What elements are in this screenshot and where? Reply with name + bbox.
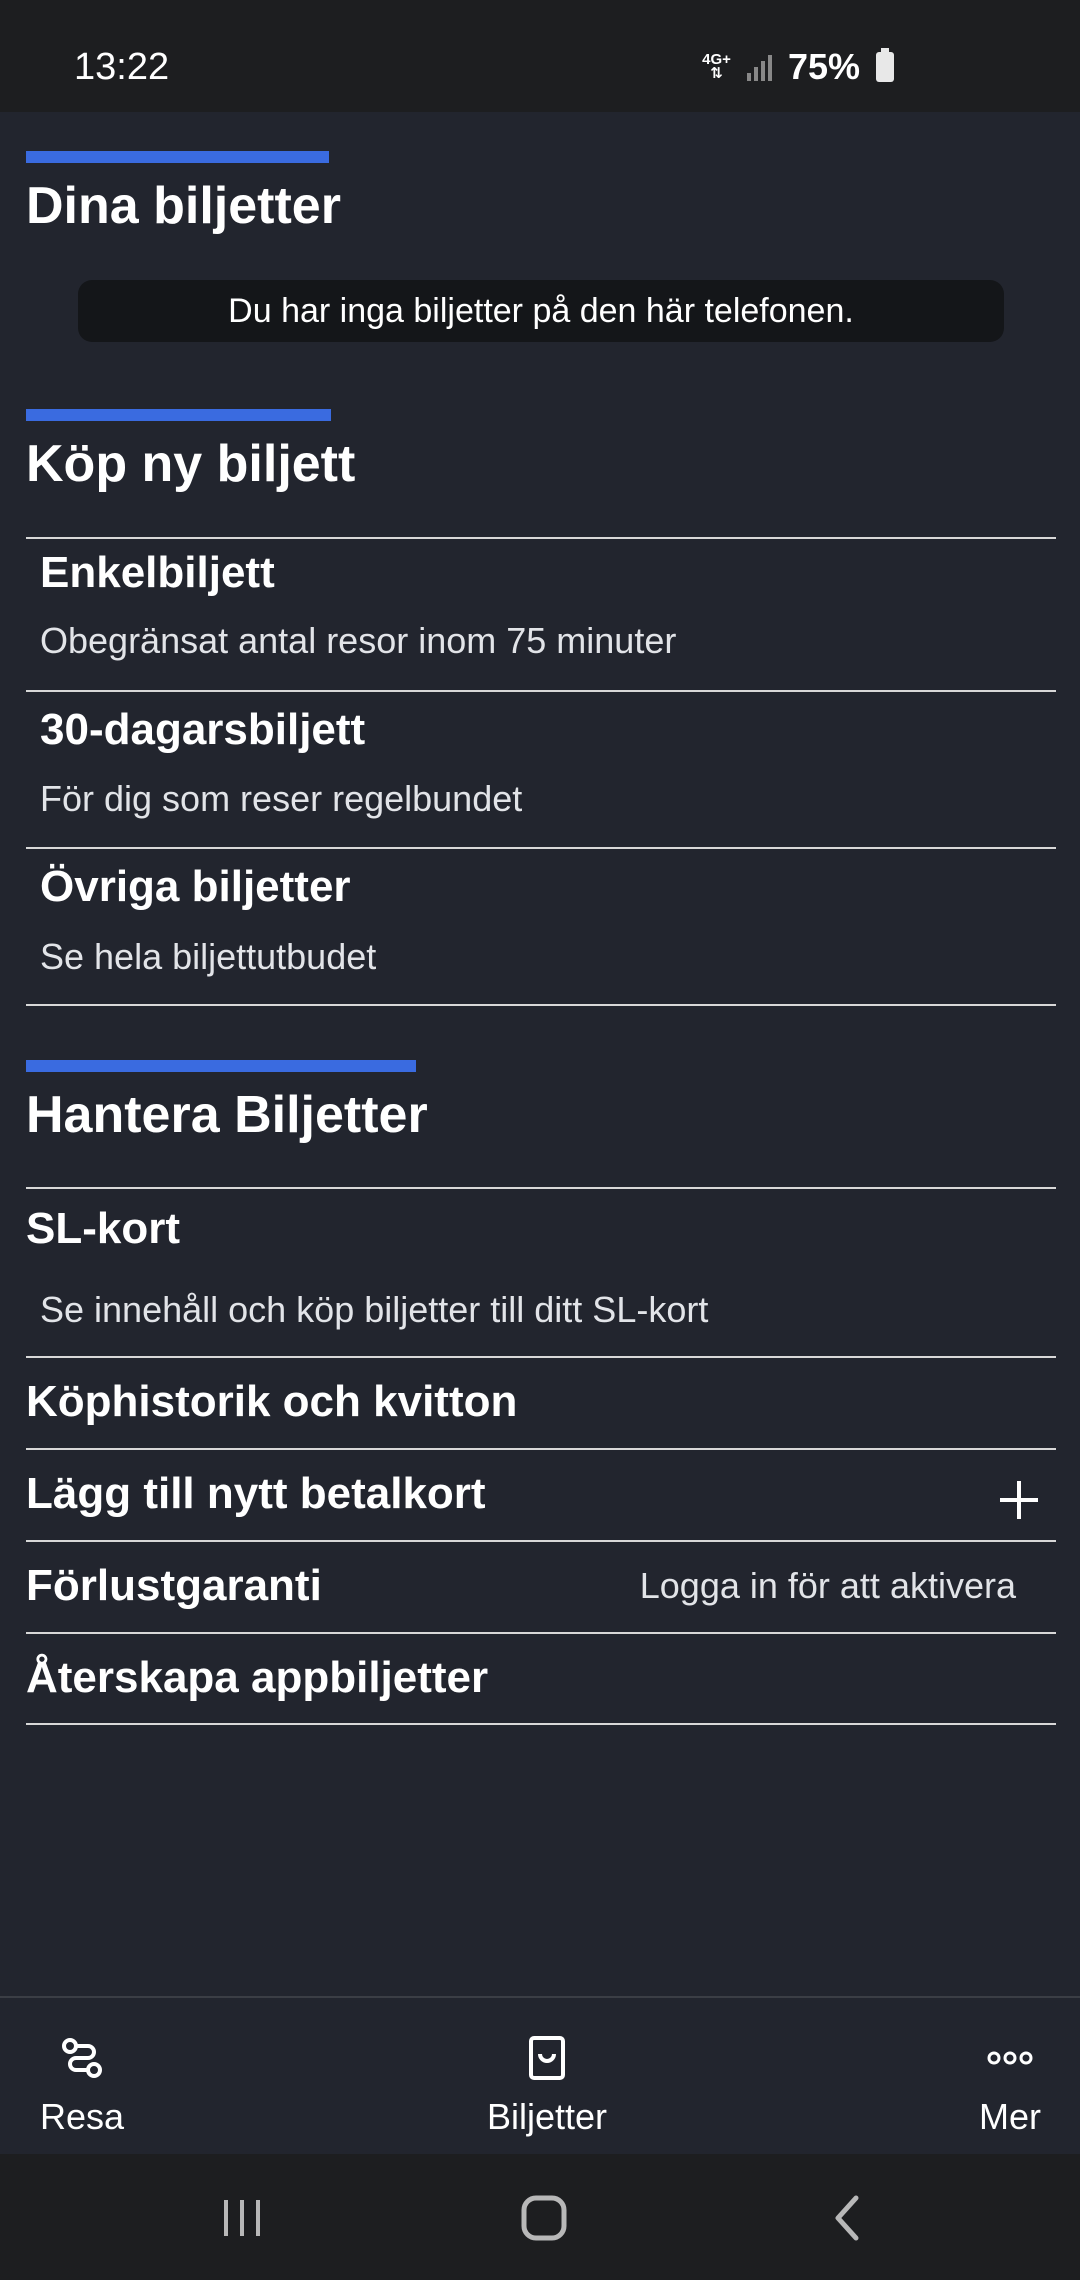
back-icon[interactable] (818, 2188, 878, 2248)
no-tickets-text: Du har inga biljetter på den här telefon… (228, 291, 854, 330)
battery-icon (876, 48, 894, 82)
section-accent-bar (26, 1060, 416, 1072)
ticket-option-subtitle: Se hela biljettutbudet (40, 936, 377, 977)
divider (26, 537, 1056, 539)
status-indicators: 4G+ ⇅ 75% (702, 46, 894, 88)
nav-label: Mer (979, 2096, 1041, 2137)
no-tickets-message: Du har inga biljetter på den här telefon… (78, 280, 1004, 342)
system-nav-bar (0, 2154, 1080, 2280)
divider (26, 690, 1056, 692)
section-title-my-tickets: Dina biljetter (26, 177, 341, 235)
divider (26, 847, 1056, 849)
nav-item-mer[interactable]: Mer (958, 1998, 1062, 2156)
section-accent-bar (26, 409, 331, 421)
ticket-option-title: Övriga biljetter (40, 862, 351, 911)
route-icon (62, 2038, 102, 2078)
plus-icon[interactable] (1000, 1481, 1038, 1519)
data-arrows-icon: ⇅ (710, 65, 723, 82)
add-payment-card-title: Lägg till nytt betalkort (26, 1469, 486, 1518)
nav-item-resa[interactable]: Resa (22, 1998, 142, 2156)
login-to-activate-link[interactable]: Logga in för att aktivera (640, 1565, 1016, 1607)
purchase-history-title: Köphistorik och kvitton (26, 1377, 518, 1426)
ticket-option-subtitle: För dig som reser regelbundet (40, 778, 523, 819)
section-accent-bar (26, 151, 329, 163)
home-icon[interactable] (514, 2188, 574, 2248)
ticket-icon (529, 2036, 565, 2080)
ticket-option-title: Enkelbiljett (40, 548, 275, 597)
status-time: 13:22 (74, 46, 170, 88)
divider (26, 1632, 1056, 1634)
divider (26, 1540, 1056, 1542)
divider (26, 1723, 1056, 1725)
loss-guarantee-title: Förlustgaranti (26, 1561, 322, 1610)
signal-icon (746, 53, 772, 81)
divider (26, 1356, 1056, 1358)
status-bar: 13:22 4G+ ⇅ 75% (0, 0, 1080, 112)
network-icon: 4G+ ⇅ (702, 52, 731, 82)
recent-apps-icon[interactable] (212, 2188, 272, 2248)
nav-label: Resa (39, 2096, 125, 2137)
nav-label: Biljetter (486, 2096, 608, 2137)
sl-card-title: SL-kort (26, 1204, 180, 1253)
nav-item-biljetter[interactable]: Biljetter (470, 1998, 624, 2156)
sl-card-subtitle: Se innehåll och köp biljetter till ditt … (40, 1289, 709, 1330)
section-title-manage: Hantera Biljetter (26, 1086, 428, 1144)
battery-percent: 75% (787, 46, 860, 87)
bottom-nav: Resa Biljetter Mer (0, 1996, 1080, 2156)
ticket-option-subtitle: Obegränsat antal resor inom 75 minuter (40, 620, 677, 661)
divider (26, 1448, 1056, 1450)
section-title-buy: Köp ny biljett (26, 435, 356, 493)
divider (26, 1187, 1056, 1189)
restore-app-tickets-title: Återskapa appbiljetter (26, 1653, 489, 1702)
ticket-option-title: 30-dagarsbiljett (40, 705, 366, 754)
more-dots-icon (987, 2051, 1033, 2065)
divider (26, 1004, 1056, 1006)
